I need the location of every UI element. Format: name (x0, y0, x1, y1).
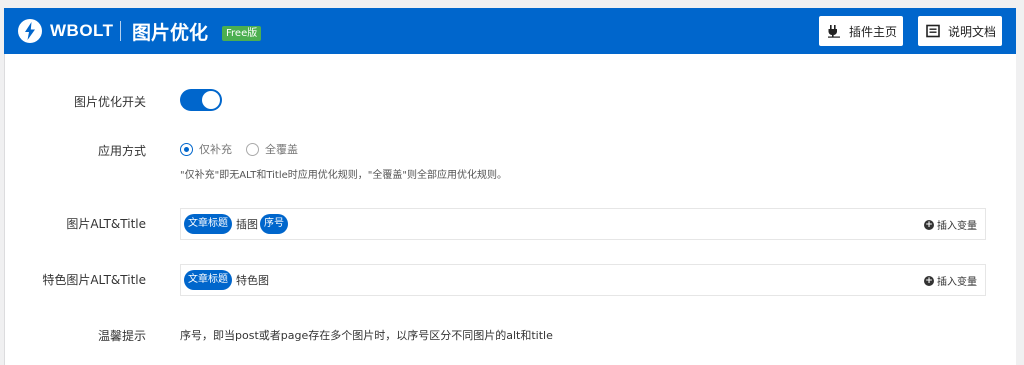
settings-panel: WBOLT 图片优化 Free版 插件主页 说明文档 图片优化开关 应用方式 仅… (4, 8, 1016, 365)
apply-mode-radio-group: 仅补充 全覆盖 (180, 141, 312, 157)
var-chip-index[interactable]: 序号 (260, 214, 288, 234)
panel-left-border (4, 54, 5, 365)
radio-dot (246, 142, 259, 156)
static-text: 特色图 (236, 274, 269, 287)
radio-override[interactable]: 全覆盖 (246, 141, 298, 157)
radio-supplement-label: 仅补充 (199, 143, 232, 156)
brand-name: WBOLT (50, 21, 114, 40)
var-chip-post-title[interactable]: 文章标题 (184, 270, 232, 290)
apply-mode-label: 应用方式 (97, 144, 146, 158)
tip-text: 序号，即当post或者page存在多个图片时，以序号区分不同图片的alt和tit… (180, 329, 553, 342)
static-text: 插图 (236, 218, 258, 231)
document-icon (926, 24, 940, 38)
insert-variable-label: 插入变量 (937, 277, 977, 288)
image-alt-input[interactable]: 文章标题 插图 序号 + 插入变量 (180, 208, 986, 240)
header-bar: WBOLT 图片优化 Free版 插件主页 说明文档 (4, 8, 1016, 54)
insert-variable-button[interactable]: + 插入变量 (924, 217, 977, 232)
tip-label: 温馨提示 (97, 329, 146, 343)
plus-icon: + (924, 275, 934, 286)
plus-icon: + (924, 219, 934, 230)
image-alt-label: 图片ALT&Title (66, 217, 146, 231)
insert-variable-label: 插入变量 (937, 221, 977, 232)
radio-dot-checked (180, 142, 193, 156)
featured-alt-label: 特色图片ALT&Title (42, 273, 146, 287)
docs-label: 说明文档 (948, 24, 997, 39)
plugin-home-button[interactable]: 插件主页 (819, 16, 903, 46)
optimize-switch-label: 图片优化开关 (73, 95, 146, 109)
var-chip-post-title[interactable]: 文章标题 (184, 214, 232, 234)
optimize-toggle[interactable] (180, 89, 222, 111)
insert-variable-button[interactable]: + 插入变量 (924, 273, 977, 288)
brand-divider (120, 21, 121, 41)
apply-mode-hint: "仅补充"即无ALT和Title时应用优化规则，"全覆盖"则全部应用优化规则。 (180, 170, 507, 181)
page-title: 图片优化 (132, 22, 209, 44)
edition-badge: Free版 (222, 26, 262, 41)
plug-icon (828, 25, 840, 38)
radio-supplement[interactable]: 仅补充 (180, 141, 232, 157)
wbolt-logo-icon (18, 19, 42, 43)
docs-button[interactable]: 说明文档 (918, 16, 1002, 46)
featured-alt-input[interactable]: 文章标题 特色图 + 插入变量 (180, 264, 986, 296)
toggle-knob (202, 91, 220, 109)
radio-override-label: 全覆盖 (265, 143, 298, 156)
plugin-home-label: 插件主页 (849, 24, 898, 39)
